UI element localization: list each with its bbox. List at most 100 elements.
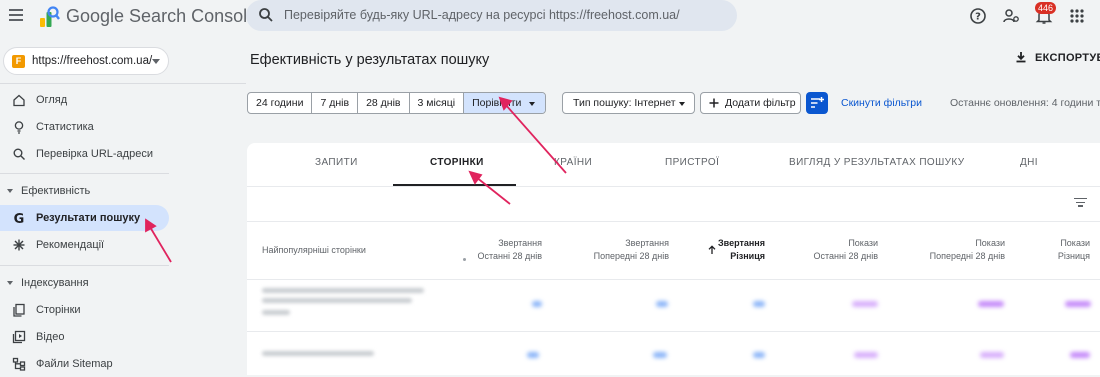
section-performance[interactable]: Ефективність bbox=[7, 185, 90, 197]
add-filter-button[interactable]: Додати фільтр bbox=[700, 92, 801, 114]
top-app-bar: Google Search Console ? 446 bbox=[0, 0, 1100, 34]
collapse-caret-icon bbox=[7, 281, 13, 286]
chevron-down-icon bbox=[679, 102, 685, 106]
account-settings-icon[interactable] bbox=[1002, 7, 1020, 25]
dot-icon bbox=[463, 258, 466, 261]
app-title: Google Search Console bbox=[66, 6, 258, 26]
sidebar-item-video[interactable]: Відео bbox=[0, 324, 169, 350]
divider bbox=[247, 186, 1100, 187]
header-line1: Покази bbox=[975, 238, 1005, 248]
sitemap-icon bbox=[12, 357, 26, 371]
divider bbox=[0, 173, 169, 174]
header-line1: Звертання bbox=[498, 238, 542, 248]
plus-icon bbox=[709, 98, 719, 108]
apps-grid-icon[interactable] bbox=[1068, 7, 1086, 25]
date-range-24h[interactable]: 24 години bbox=[248, 93, 313, 113]
property-favicon-icon: F bbox=[12, 55, 25, 68]
sidebar-item-url-inspection[interactable]: Перевірка URL-адреси bbox=[0, 141, 169, 167]
header-line2: Останні 28 днів bbox=[477, 251, 542, 261]
search-icon bbox=[13, 148, 25, 160]
section-indexing[interactable]: Індексування bbox=[7, 277, 89, 289]
header-line1: Звертання bbox=[625, 238, 669, 248]
sidebar-item-label: Статистика bbox=[36, 121, 94, 133]
search-console-logo[interactable] bbox=[38, 6, 60, 28]
tab-devices[interactable]: ПРИСТРОЇ bbox=[665, 157, 719, 168]
download-icon bbox=[1016, 52, 1026, 63]
search-icon bbox=[259, 8, 273, 22]
filter-settings-button[interactable] bbox=[806, 92, 828, 114]
column-header-clicks-last[interactable]: Звертання Останні 28 днів bbox=[478, 237, 542, 263]
sidebar-item-recommendations[interactable]: Рекомендації bbox=[0, 232, 169, 258]
sparkle-icon bbox=[13, 239, 25, 251]
header-line1: Звертання bbox=[718, 238, 765, 248]
sidebar-item-label: Рекомендації bbox=[36, 239, 105, 251]
home-icon bbox=[13, 94, 25, 107]
sidebar-item-label: Відео bbox=[36, 331, 65, 343]
sidebar: F https://freehost.com.ua/ Огляд Статист… bbox=[0, 34, 246, 375]
google-g-icon: G bbox=[14, 212, 25, 225]
sidebar-item-search-results[interactable]: G Результати пошуку bbox=[0, 205, 169, 231]
chevron-down-icon bbox=[152, 59, 160, 64]
date-range-7d[interactable]: 7 днів bbox=[312, 93, 359, 113]
tab-countries[interactable]: КРАЇНИ bbox=[554, 157, 592, 168]
column-header-impressions-previous[interactable]: Покази Попередні 28 днів bbox=[930, 237, 1005, 263]
search-type-label: Тип пошуку: Інтернет bbox=[573, 97, 676, 109]
sidebar-item-pages[interactable]: Сторінки bbox=[0, 297, 169, 323]
sidebar-item-sitemaps[interactable]: Файли Sitemap bbox=[0, 351, 169, 377]
help-icon[interactable]: ? bbox=[969, 7, 987, 25]
sidebar-item-overview[interactable]: Огляд bbox=[0, 87, 169, 113]
header-line2: Різниця bbox=[1057, 251, 1090, 261]
column-header-impressions-difference[interactable]: Покази Різниця bbox=[1058, 237, 1090, 263]
sidebar-item-label: Перевірка URL-адреси bbox=[36, 148, 153, 160]
tab-dates[interactable]: ДНІ bbox=[1020, 157, 1038, 168]
main-menu-icon[interactable] bbox=[9, 9, 23, 21]
date-range-3m[interactable]: 3 місяці bbox=[410, 93, 465, 113]
add-filter-label: Додати фільтр bbox=[725, 97, 796, 109]
last-updated-text: Останнє оновлення: 4 години то bbox=[950, 97, 1100, 109]
divider bbox=[0, 83, 246, 84]
section-label: Індексування bbox=[21, 277, 89, 289]
svg-text:?: ? bbox=[975, 12, 981, 23]
url-inspection-input[interactable] bbox=[284, 4, 724, 26]
sidebar-item-insights[interactable]: Статистика bbox=[0, 114, 169, 140]
property-selector[interactable]: F https://freehost.com.ua/ bbox=[3, 47, 169, 75]
video-icon bbox=[12, 330, 26, 344]
tab-search-appearance[interactable]: ВИГЛЯД У РЕЗУЛЬТАТАХ ПОШУКУ bbox=[789, 157, 965, 168]
header-line2: Попередні 28 днів bbox=[593, 251, 669, 261]
header-line2: Останні 28 днів bbox=[813, 251, 878, 261]
sidebar-item-label: Файли Sitemap bbox=[36, 358, 113, 370]
divider bbox=[247, 279, 1100, 280]
filter-sort-icon bbox=[811, 97, 824, 108]
column-header-clicks-difference[interactable]: Звертання Різниця bbox=[718, 237, 765, 263]
header-line1: Покази bbox=[848, 238, 878, 248]
pages-icon bbox=[13, 303, 25, 317]
header-line1: Покази bbox=[1060, 238, 1090, 248]
column-header-top-pages[interactable]: Найпопулярніші сторінки bbox=[262, 244, 366, 257]
property-label: https://freehost.com.ua/ bbox=[32, 55, 153, 67]
url-inspection-search[interactable] bbox=[246, 0, 737, 31]
header-line2: Попередні 28 днів bbox=[929, 251, 1005, 261]
tab-queries[interactable]: ЗАПИТИ bbox=[315, 157, 358, 168]
svg-text:G: G bbox=[14, 212, 25, 225]
sidebar-item-label: Огляд bbox=[36, 94, 68, 106]
sidebar-item-label: Сторінки bbox=[36, 304, 81, 316]
compare-dropdown[interactable]: Порівняти bbox=[464, 93, 546, 113]
column-header-clicks-previous[interactable]: Звертання Попередні 28 днів bbox=[594, 237, 669, 263]
lightbulb-icon bbox=[14, 121, 24, 134]
reset-filters-link[interactable]: Скинути фільтри bbox=[841, 97, 922, 109]
export-button[interactable]: ЕКСПОРТУВАТ bbox=[1015, 51, 1100, 64]
tab-pages[interactable]: СТОРІНКИ bbox=[430, 157, 484, 168]
sidebar-item-label: Результати пошуку bbox=[36, 212, 141, 224]
sort-arrow-up-icon bbox=[708, 245, 716, 254]
performance-table-card: ЗАПИТИ СТОРІНКИ КРАЇНИ ПРИСТРОЇ ВИГЛЯД У… bbox=[247, 143, 1100, 375]
divider bbox=[247, 331, 1100, 332]
section-label: Ефективність bbox=[21, 185, 91, 197]
export-label: ЕКСПОРТУВАТ bbox=[1035, 52, 1100, 64]
table-filter-icon[interactable] bbox=[1074, 198, 1087, 208]
date-range-selector: 24 години 7 днів 28 днів 3 місяці Порівн… bbox=[247, 92, 547, 114]
column-header-impressions-last[interactable]: Покази Останні 28 днів bbox=[814, 237, 878, 263]
date-range-28d[interactable]: 28 днів bbox=[358, 93, 410, 113]
divider bbox=[0, 265, 169, 266]
divider bbox=[247, 221, 1100, 222]
search-type-dropdown[interactable]: Тип пошуку: Інтернет bbox=[562, 92, 695, 114]
